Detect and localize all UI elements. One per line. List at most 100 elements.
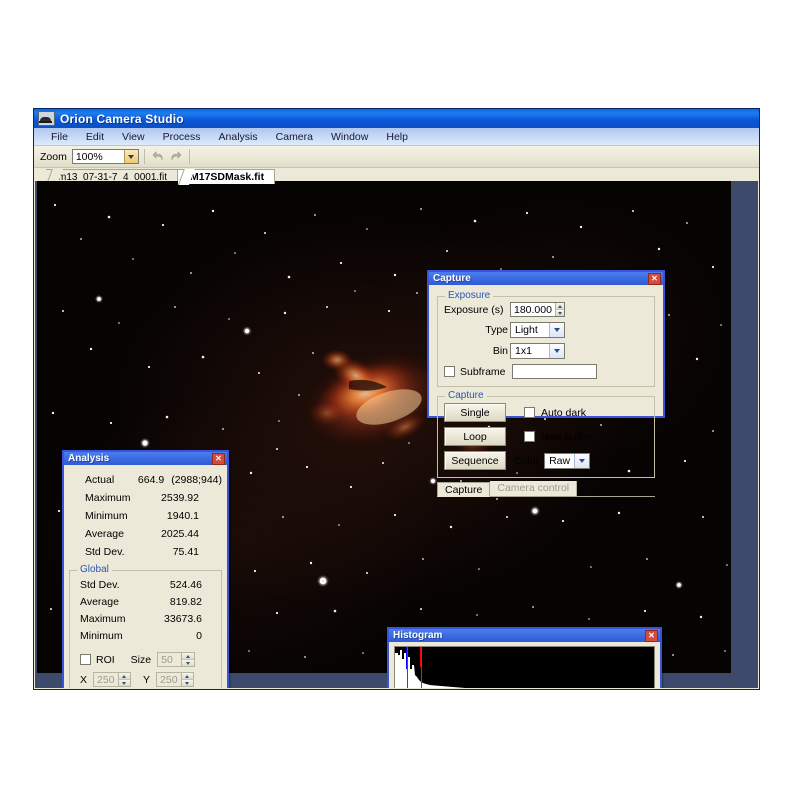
single-button[interactable]: Single bbox=[444, 403, 506, 422]
analysis-title: Analysis bbox=[68, 453, 110, 464]
histogram-curve bbox=[395, 647, 654, 688]
exposure-label: Exposure (s) bbox=[444, 303, 504, 316]
global-group: Global Std Dev. 524.46 Average 819.82 Ma… bbox=[69, 564, 222, 688]
tab-camera-control[interactable]: Camera control bbox=[490, 481, 578, 496]
application-window: Orion Camera Studio File Edit View Proce… bbox=[33, 108, 760, 690]
menu-item-help[interactable]: Help bbox=[377, 130, 417, 144]
x-value: 250 bbox=[97, 673, 115, 686]
histogram-titlebar[interactable]: Histogram ✕ bbox=[389, 629, 660, 642]
sequence-button[interactable]: Sequence bbox=[444, 451, 506, 470]
capture-tabrow: Capture Camera control bbox=[437, 481, 655, 497]
toolbar-separator-2 bbox=[188, 149, 190, 164]
chevron-down-icon[interactable] bbox=[549, 344, 564, 358]
x-stepper[interactable]: 250 bbox=[93, 672, 132, 687]
window-titlebar[interactable]: Orion Camera Studio bbox=[34, 109, 759, 128]
loop-button[interactable]: Loop bbox=[444, 427, 506, 446]
color-value: Raw bbox=[549, 454, 571, 467]
color-select[interactable]: Raw bbox=[544, 452, 591, 469]
analysis-row-stddev: Std Dev. 75.41 bbox=[69, 543, 222, 561]
global-value-stddev: 524.46 bbox=[169, 578, 202, 591]
zoom-label: Zoom bbox=[40, 150, 67, 163]
histogram-plot[interactable] bbox=[394, 646, 655, 688]
chevron-down-icon[interactable] bbox=[123, 150, 138, 163]
analysis-row-average: Average 2025.44 bbox=[69, 525, 222, 543]
bin-value: 1x1 bbox=[515, 345, 532, 357]
analysis-titlebar[interactable]: Analysis ✕ bbox=[64, 452, 227, 465]
new-buffer-checkbox[interactable] bbox=[524, 431, 535, 442]
menu-item-view[interactable]: View bbox=[113, 130, 154, 144]
chevron-down-icon[interactable] bbox=[549, 323, 564, 337]
exposure-group: Exposure Exposure (s) 180.000 Type Light bbox=[437, 290, 655, 387]
document-tab-m17sdmask[interactable]: M17SDMask.fit bbox=[177, 169, 276, 184]
analysis-value-stddev: 75.41 bbox=[172, 546, 199, 558]
subframe-label: Subframe bbox=[460, 365, 506, 378]
size-stepper[interactable]: 50 bbox=[157, 652, 196, 667]
menu-item-process[interactable]: Process bbox=[154, 130, 210, 144]
exposure-stepper-buttons[interactable] bbox=[554, 303, 564, 316]
global-value-minimum: 0 bbox=[196, 629, 202, 642]
type-value: Light bbox=[515, 324, 538, 336]
redo-icon[interactable] bbox=[167, 149, 184, 165]
global-label-minimum: Minimum bbox=[80, 629, 123, 642]
exposure-group-legend: Exposure bbox=[445, 290, 494, 301]
x-stepper-buttons[interactable] bbox=[117, 673, 131, 686]
analysis-label-minimum: Minimum bbox=[85, 510, 128, 522]
menu-item-file[interactable]: File bbox=[42, 130, 77, 144]
analysis-value-actual: 664.9 bbox=[137, 474, 165, 486]
y-stepper[interactable]: 250 bbox=[156, 672, 195, 687]
analysis-window[interactable]: Analysis ✕ Actual 664.9 (2988;944) Maxim… bbox=[62, 450, 229, 688]
capture-window[interactable]: Capture ✕ Exposure Exposure (s) 180.000 bbox=[427, 270, 665, 497]
menu-item-camera[interactable]: Camera bbox=[267, 130, 322, 144]
mdi-client-area: Analysis ✕ Actual 664.9 (2988;944) Maxim… bbox=[35, 181, 758, 688]
menu-item-window[interactable]: Window bbox=[322, 130, 377, 144]
tab-capture[interactable]: Capture bbox=[437, 482, 491, 497]
type-select[interactable]: Light bbox=[510, 322, 565, 338]
zoom-combobox[interactable]: 100% bbox=[71, 149, 139, 164]
y-stepper-buttons[interactable] bbox=[180, 673, 194, 686]
size-label: Size bbox=[130, 653, 152, 666]
bin-select[interactable]: 1x1 bbox=[510, 343, 565, 359]
capture-body: Exposure Exposure (s) 180.000 Type Light bbox=[429, 285, 663, 501]
analysis-coordinates: (2988;944) bbox=[171, 474, 222, 486]
analysis-row-actual: Actual 664.9 (2988;944) bbox=[69, 471, 222, 489]
bin-row: Bin 1x1 bbox=[444, 343, 648, 359]
analysis-label-maximum: Maximum bbox=[85, 492, 131, 504]
exposure-value: 180.000 bbox=[514, 303, 552, 316]
color-label: Color bbox=[514, 454, 540, 467]
close-icon[interactable]: ✕ bbox=[645, 629, 658, 642]
type-label: Type bbox=[485, 324, 508, 336]
size-value: 50 bbox=[161, 653, 173, 666]
exposure-row: Exposure (s) 180.000 bbox=[444, 302, 648, 317]
close-icon[interactable]: ✕ bbox=[648, 272, 661, 285]
global-row-maximum: Maximum 33673.6 bbox=[74, 610, 217, 627]
exposure-stepper[interactable]: 180.000 bbox=[510, 302, 565, 317]
roi-checkbox[interactable] bbox=[80, 654, 91, 665]
toolbar: Zoom 100% bbox=[34, 146, 759, 168]
global-group-legend: Global bbox=[77, 564, 112, 575]
analysis-value-minimum: 1940.1 bbox=[166, 510, 199, 522]
menu-item-edit[interactable]: Edit bbox=[77, 130, 113, 144]
y-label: Y bbox=[143, 673, 151, 686]
analysis-row-minimum: Minimum 1940.1 bbox=[69, 507, 222, 525]
subframe-input[interactable] bbox=[512, 364, 597, 379]
bin-label: Bin bbox=[492, 345, 508, 357]
histogram-window[interactable]: Histogram ✕ bbox=[387, 627, 662, 688]
chevron-down-icon[interactable] bbox=[574, 453, 590, 468]
undo-icon[interactable] bbox=[150, 149, 167, 165]
window-title: Orion Camera Studio bbox=[60, 111, 184, 126]
analysis-label-average: Average bbox=[85, 528, 124, 540]
auto-dark-checkbox[interactable] bbox=[524, 407, 535, 418]
new-buffer-label: New buffer bbox=[541, 430, 592, 443]
global-value-average: 819.82 bbox=[169, 595, 202, 608]
roi-label: ROI bbox=[96, 653, 115, 666]
capture-title: Capture bbox=[433, 273, 471, 284]
close-icon[interactable]: ✕ bbox=[212, 452, 225, 465]
analysis-value-average: 2025.44 bbox=[161, 528, 199, 540]
histogram-body: Black 632 White 2739 User bbox=[389, 642, 660, 688]
global-label-stddev: Std Dev. bbox=[80, 578, 120, 591]
size-stepper-buttons[interactable] bbox=[181, 653, 195, 666]
subframe-checkbox[interactable] bbox=[444, 366, 455, 377]
menu-item-analysis[interactable]: Analysis bbox=[210, 130, 267, 144]
y-value: 250 bbox=[160, 673, 178, 686]
capture-titlebar[interactable]: Capture ✕ bbox=[429, 272, 663, 285]
